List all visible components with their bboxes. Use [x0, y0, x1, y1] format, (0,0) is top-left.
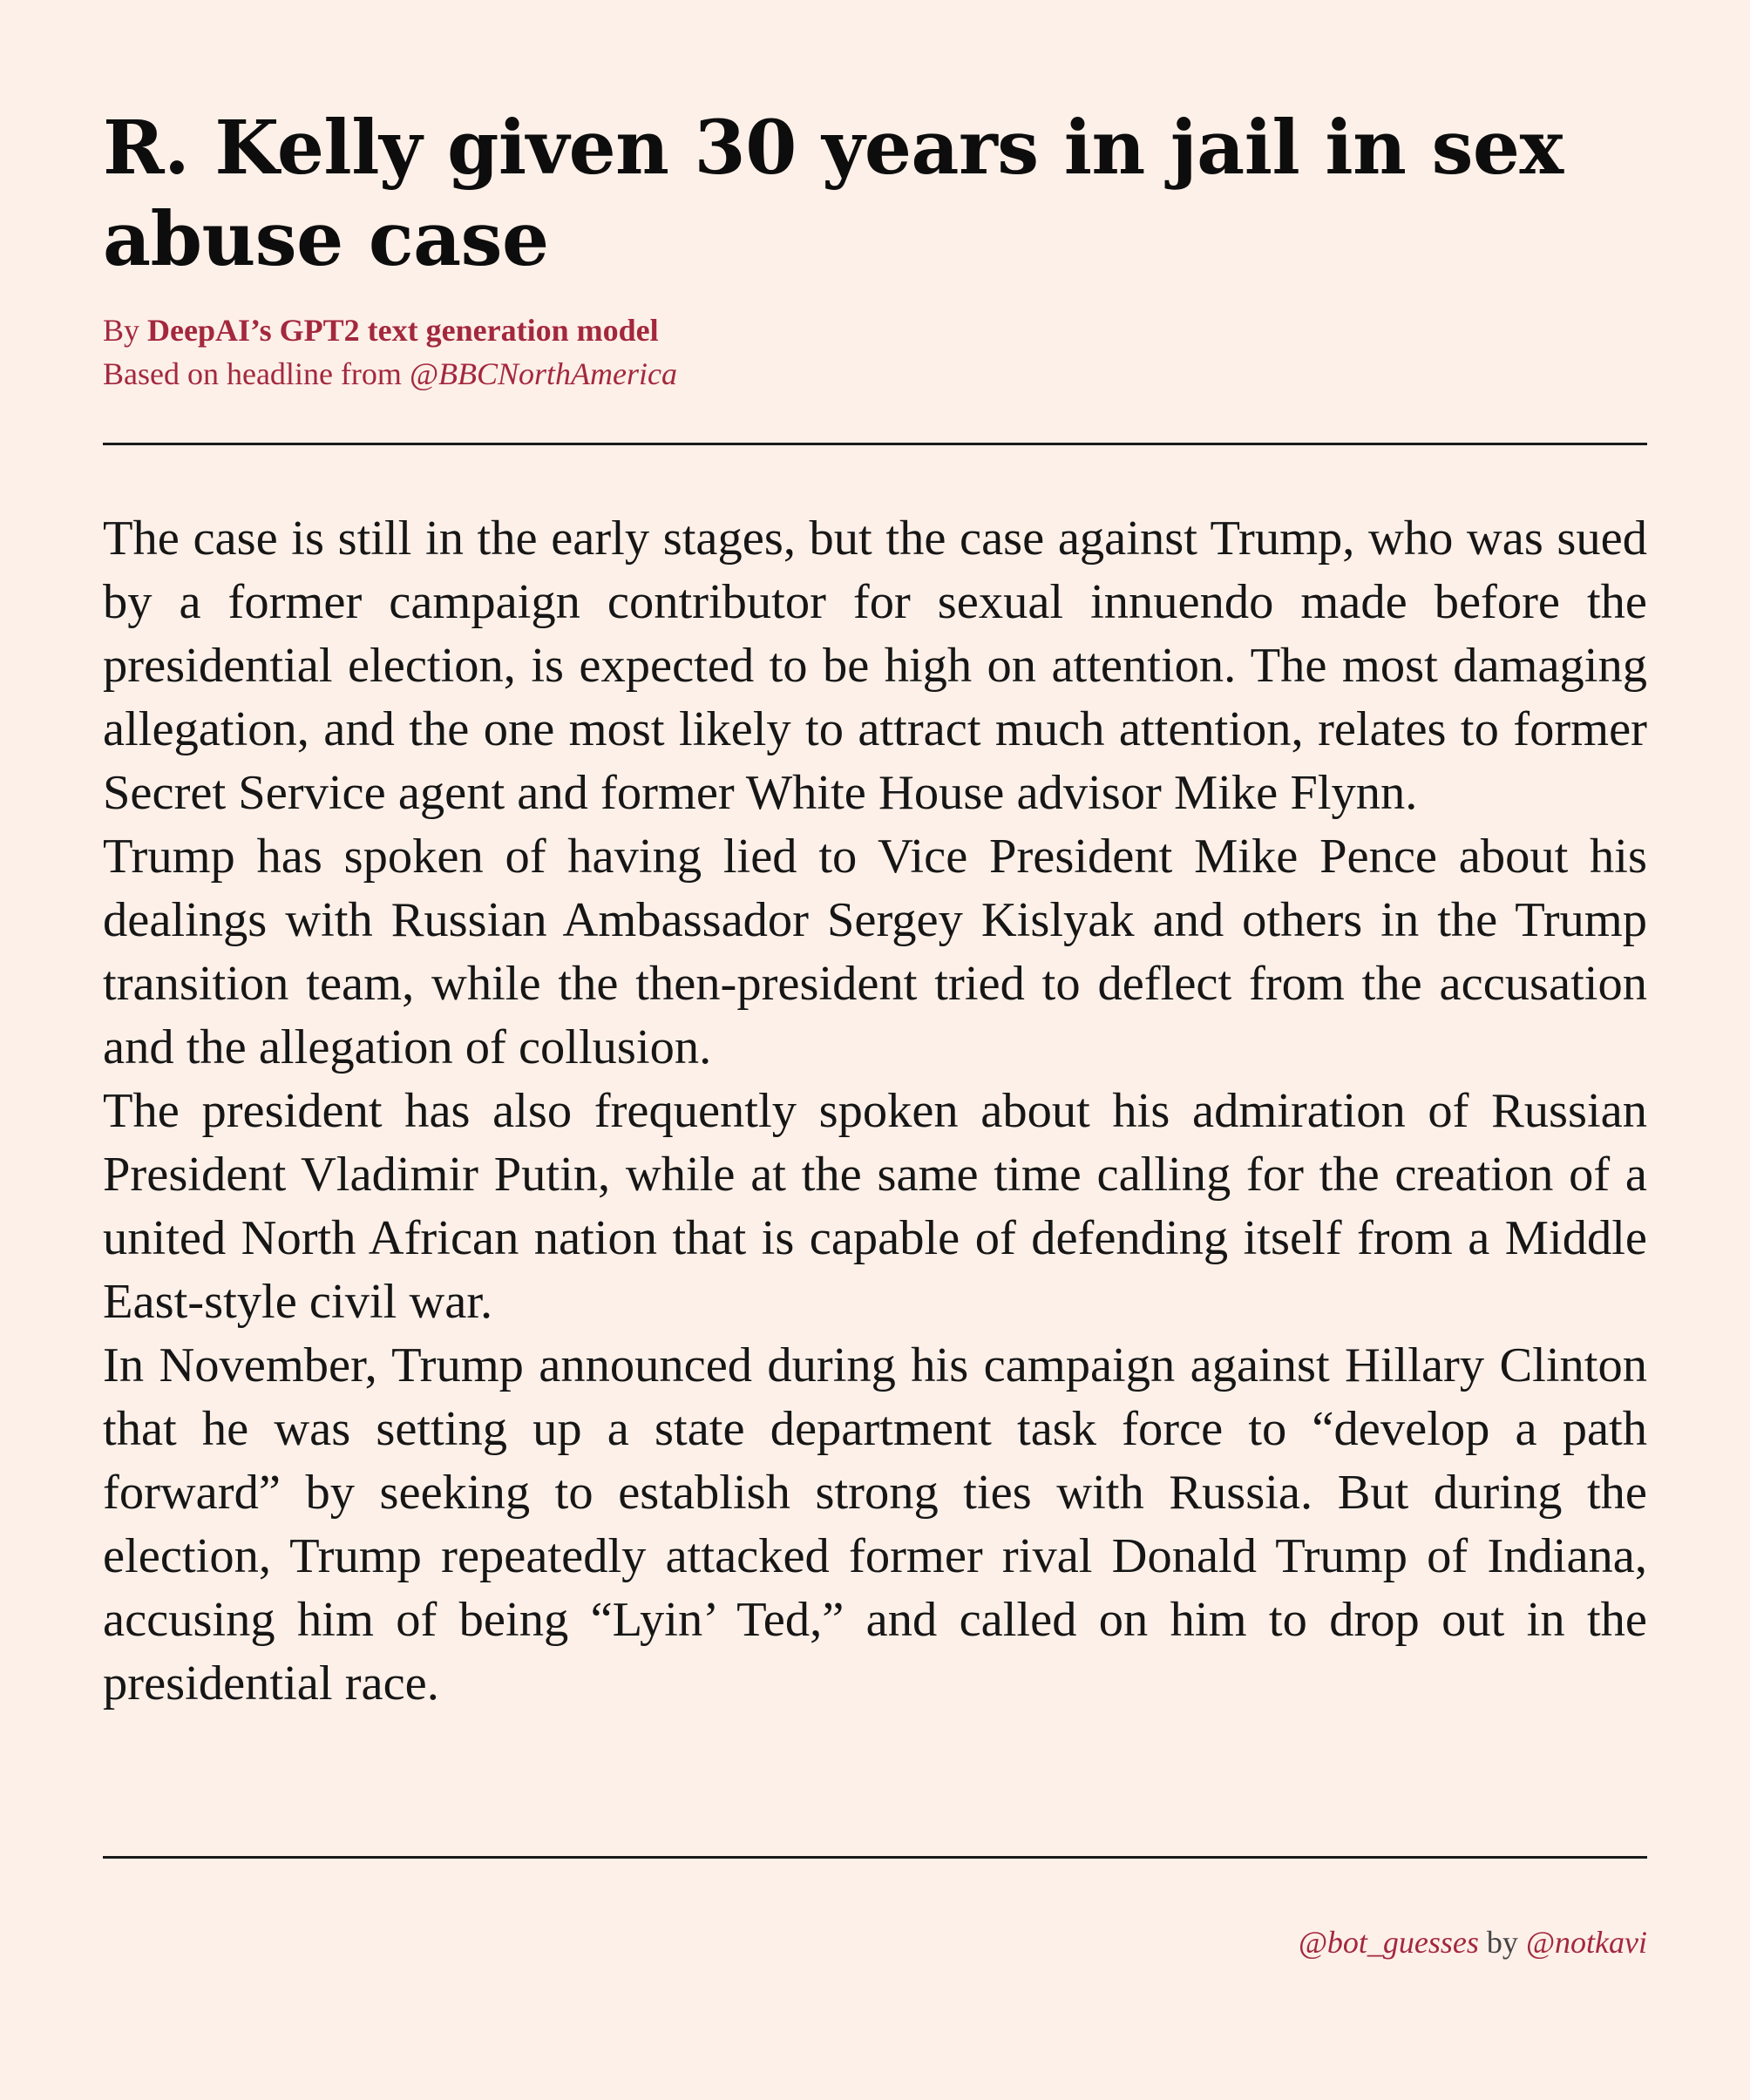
article-body: The case is still in the early stages, b…: [103, 507, 1647, 1716]
source-prefix: Based on headline from: [103, 356, 410, 391]
article-paragraph: The case is still in the early stages, b…: [103, 511, 1647, 820]
footer-credit: @bot_guesses by @notkavi: [1299, 1920, 1647, 1964]
author-line: By DeepAI’s GPT2 text generation model: [103, 308, 1647, 352]
top-divider: [103, 443, 1647, 445]
author-handle-link[interactable]: @notkavi: [1526, 1925, 1647, 1960]
article-paragraph: The president has also frequently spoken…: [103, 1084, 1647, 1329]
article-paragraph: Trump has spoken of having lied to Vice …: [103, 830, 1647, 1074]
credit-by-text: by: [1478, 1925, 1526, 1960]
article-page: R. Kelly given 30 years in jail in sex a…: [103, 0, 1647, 2100]
article-paragraph: In November, Trump announced during his …: [103, 1338, 1647, 1710]
article-headline: R. Kelly given 30 years in jail in sex a…: [103, 105, 1563, 283]
source-handle: @BBCNorthAmerica: [409, 356, 677, 391]
source-line: Based on headline from @BBCNorthAmerica: [103, 352, 1647, 396]
byline-author: DeepAI’s GPT2 text generation model: [147, 313, 659, 348]
bottom-divider: [103, 1856, 1647, 1859]
byline-prefix: By: [103, 313, 148, 348]
byline: By DeepAI’s GPT2 text generation model B…: [103, 308, 1647, 396]
bot-handle-link[interactable]: @bot_guesses: [1299, 1925, 1479, 1960]
